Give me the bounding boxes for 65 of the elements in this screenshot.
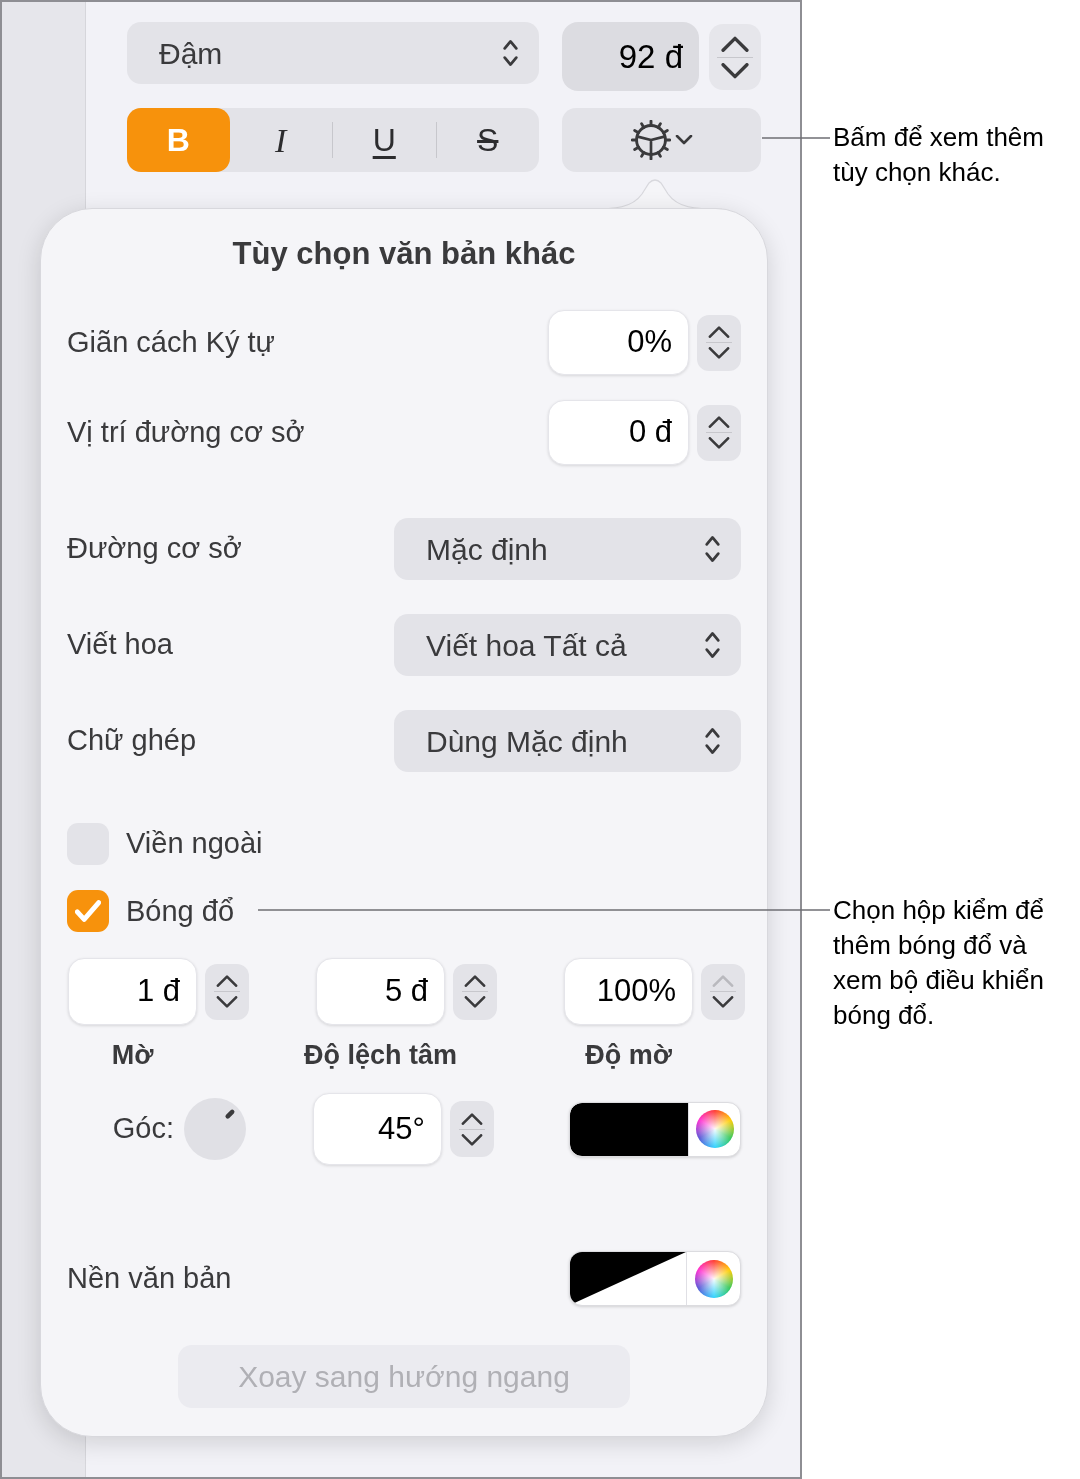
- up-down-chevron-icon: [502, 38, 519, 68]
- popup-menu[interactable]: Viết hoa Tất cả: [394, 614, 741, 676]
- more-options-button[interactable]: [562, 108, 761, 172]
- stepper[interactable]: [453, 963, 497, 1020]
- field-label: Nền văn bản: [67, 1260, 232, 1296]
- chevron-up-icon[interactable]: [463, 974, 487, 987]
- popover-title: Tùy chọn văn bản khác: [231, 235, 577, 273]
- up-down-chevron-icon: [704, 726, 721, 756]
- field-label: Giãn cách Ký tự: [67, 324, 275, 360]
- leader-line: [762, 137, 830, 139]
- text-style-button[interactable]: I: [229, 108, 332, 172]
- chevron-up-icon[interactable]: [215, 974, 239, 987]
- up-down-chevron-icon: [704, 630, 721, 660]
- chevron-down-icon[interactable]: [719, 62, 751, 80]
- chevron-up-icon[interactable]: [707, 415, 731, 428]
- gear-icon: [630, 120, 671, 160]
- stepper[interactable]: [205, 963, 249, 1020]
- color-wheel-icon[interactable]: [695, 1110, 734, 1148]
- chevron-down-icon: [674, 135, 693, 145]
- callout-text: Chọn hộp kiểm để thêm bóng đổ và xem bộ điều khiển bóng đổ.: [833, 894, 1046, 1032]
- field-label: Đường cơ sở: [67, 531, 242, 567]
- field-caption: Độ mờ: [585, 1039, 672, 1072]
- number-field[interactable]: 1 đ: [68, 958, 197, 1025]
- field-label: Chữ ghép: [67, 723, 197, 759]
- color-wheel-icon[interactable]: [694, 1259, 733, 1298]
- chevron-down-icon[interactable]: [711, 996, 735, 1009]
- text-style-button[interactable]: U: [333, 108, 436, 172]
- stepper[interactable]: [701, 963, 745, 1020]
- color-well[interactable]: [569, 1251, 741, 1306]
- chevron-up-icon[interactable]: [719, 34, 751, 52]
- chevron-up-icon[interactable]: [460, 1111, 484, 1125]
- chevron-down-icon[interactable]: [707, 347, 731, 360]
- text-style-button[interactable]: S: [436, 108, 539, 172]
- angle-label: Góc:: [112, 1111, 174, 1147]
- up-down-chevron-icon: [704, 534, 721, 564]
- field-label: Vị trí đường cơ sở: [67, 414, 305, 450]
- field-label: Viết hoa: [67, 627, 173, 663]
- color-well[interactable]: [569, 1101, 741, 1157]
- field-caption: Độ lệch tâm: [304, 1039, 458, 1072]
- no-fill-swatch-icon: [570, 1252, 686, 1305]
- checkbox-label: Viền ngoài: [126, 826, 263, 861]
- checkmark-icon: [75, 900, 101, 923]
- field-caption: Mờ: [111, 1039, 154, 1072]
- font-size-field[interactable]: 92 đ: [562, 22, 699, 91]
- stepper[interactable]: [697, 314, 741, 371]
- number-field[interactable]: 0%: [548, 310, 689, 375]
- stepper[interactable]: [697, 404, 741, 461]
- color-swatch-icon: [570, 1102, 688, 1156]
- number-field[interactable]: 5 đ: [316, 958, 445, 1025]
- checkbox[interactable]: [67, 890, 109, 933]
- chevron-down-icon[interactable]: [707, 437, 731, 450]
- callout-text: Bấm để xem thêm tùy chọn khác.: [833, 121, 1045, 189]
- checkbox-label: Bóng đổ: [126, 893, 235, 929]
- chevron-down-icon[interactable]: [463, 996, 487, 1009]
- stepper[interactable]: [709, 24, 761, 90]
- popup-menu[interactable]: Đậm: [127, 22, 539, 84]
- chevron-down-icon[interactable]: [460, 1133, 484, 1147]
- number-field[interactable]: 0 đ: [548, 400, 689, 465]
- popup-menu[interactable]: Mặc định: [394, 518, 741, 580]
- chevron-up-icon[interactable]: [707, 325, 731, 338]
- number-field[interactable]: 100%: [564, 958, 693, 1025]
- chevron-down-icon[interactable]: [215, 996, 239, 1009]
- stepper[interactable]: [450, 1101, 494, 1157]
- number-field[interactable]: 45°: [313, 1093, 442, 1165]
- popup-menu[interactable]: Dùng Mặc định: [394, 710, 741, 772]
